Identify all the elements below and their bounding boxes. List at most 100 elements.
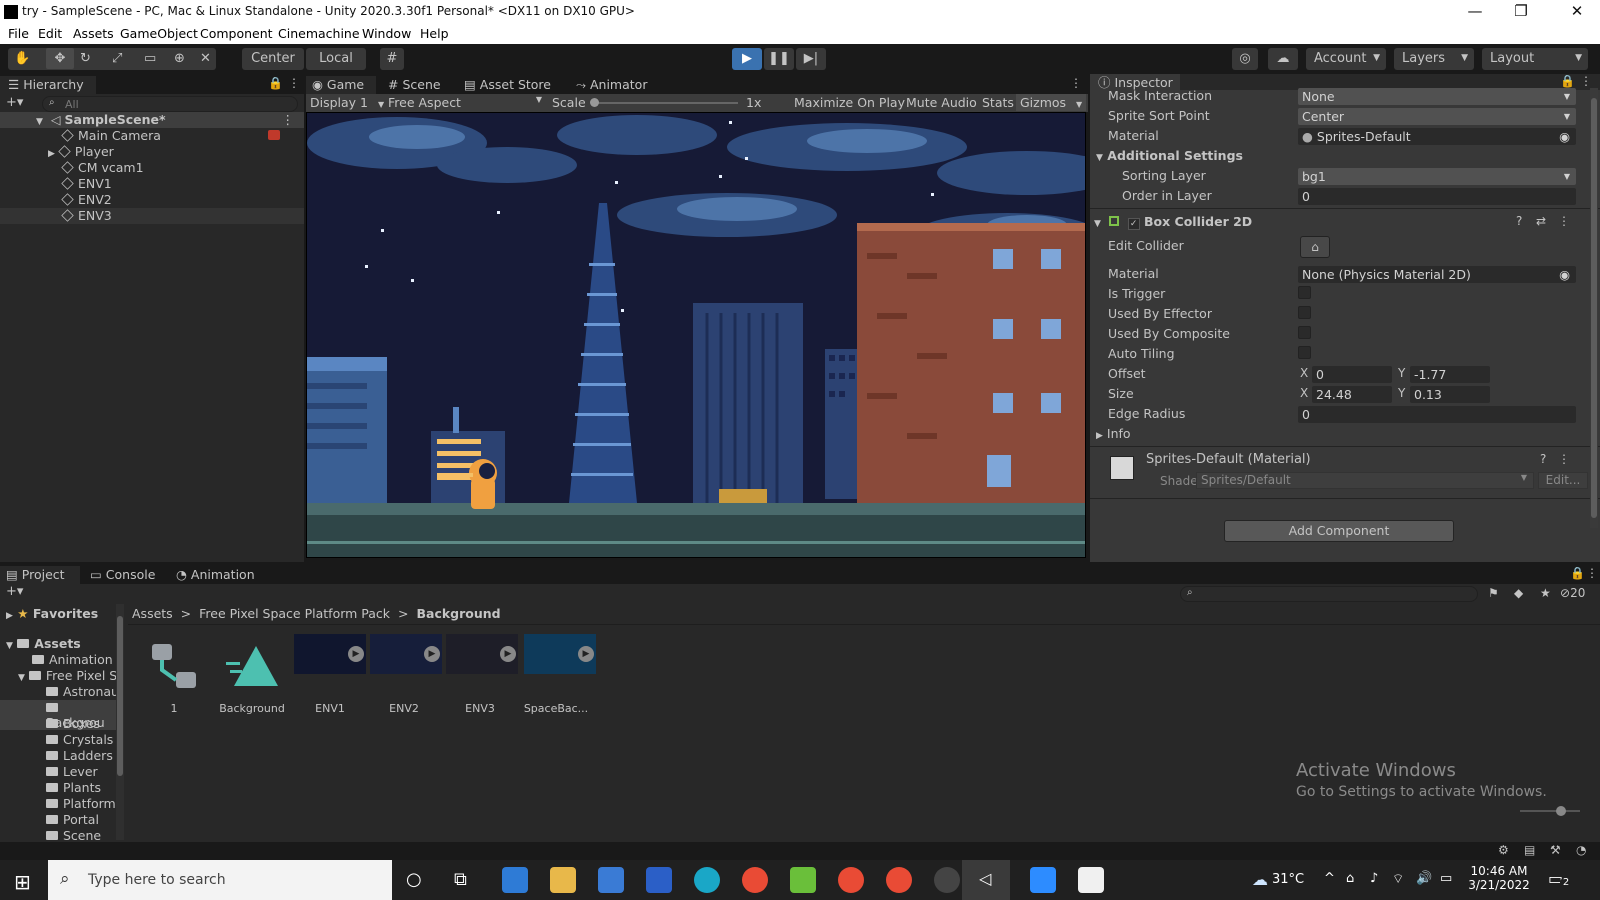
chrome-profile-2-icon[interactable] bbox=[886, 867, 912, 893]
menu-gameobject[interactable]: GameObject bbox=[120, 26, 198, 41]
breadcrumb-item[interactable]: Free Pixel Space Platform Pack bbox=[199, 606, 390, 621]
scale-tool-icon[interactable]: ⤢ bbox=[112, 48, 122, 69]
hierarchy-item[interactable]: ENV1 bbox=[0, 176, 304, 192]
account-dropdown[interactable]: Account ▼ bbox=[1306, 48, 1386, 70]
rect-tool-icon[interactable]: ▭ bbox=[144, 48, 156, 69]
cache-server-icon[interactable]: ▤ bbox=[1524, 843, 1535, 857]
scene-row[interactable]: ▼ ◁ SampleScene* ⋮ bbox=[0, 112, 304, 128]
kebab-menu-icon[interactable]: ⋮ bbox=[1580, 74, 1592, 88]
tree-item[interactable]: Scene bbox=[46, 828, 101, 843]
maximize-button[interactable]: ❐ bbox=[1498, 0, 1544, 24]
tray-chevron-icon[interactable]: ^ bbox=[1324, 871, 1335, 886]
component-menu-icon[interactable]: ⋮ bbox=[1558, 214, 1570, 228]
collider-material-field[interactable]: None (Physics Material 2D) ◉ bbox=[1298, 266, 1576, 283]
display-dropdown[interactable]: Display 1 ▼ bbox=[310, 95, 384, 110]
material-menu-icon[interactable]: ⋮ bbox=[1558, 452, 1570, 466]
size-x-input[interactable]: 24.48 bbox=[1312, 386, 1392, 403]
mute-audio-toggle[interactable]: Mute Audio bbox=[906, 95, 977, 110]
expand-arrow-icon[interactable]: ▶ bbox=[424, 646, 440, 662]
chrome-icon[interactable] bbox=[742, 867, 768, 893]
order-in-layer-input[interactable]: 0 bbox=[1298, 188, 1576, 205]
asset-tile[interactable]: ▶ bbox=[524, 634, 596, 674]
collab-icon[interactable]: ◎ bbox=[1232, 48, 1258, 70]
asset-tile[interactable]: ▶ bbox=[446, 634, 518, 674]
hierarchy-search-input[interactable]: ⌕ All bbox=[42, 96, 298, 112]
taskbar-search-input[interactable]: ⌕ Type here to search bbox=[48, 860, 392, 900]
hidden-count-badge[interactable]: ⊘20 bbox=[1560, 586, 1585, 600]
auto-generate-lighting-icon[interactable]: ⚙ bbox=[1498, 843, 1509, 857]
object-picker-icon[interactable]: ◉ bbox=[1559, 266, 1570, 283]
grid-snap-button[interactable]: # bbox=[380, 48, 404, 70]
icon-size-slider[interactable] bbox=[1520, 810, 1580, 812]
filter-type-icon[interactable]: ⚑ bbox=[1488, 586, 1499, 600]
offset-x-input[interactable]: 0 bbox=[1312, 366, 1392, 383]
lock-icon[interactable]: 🔒 bbox=[1560, 74, 1575, 88]
app-green-icon[interactable] bbox=[790, 867, 816, 893]
object-picker-icon[interactable]: ◉ bbox=[1559, 128, 1570, 145]
hierarchy-item[interactable]: CM vcam1 bbox=[0, 160, 304, 176]
breadcrumb-item[interactable]: Background bbox=[416, 606, 500, 621]
info-foldout[interactable]: ▶ Info bbox=[1096, 426, 1131, 441]
presets-icon[interactable]: ⇄ bbox=[1536, 214, 1546, 228]
tree-item[interactable]: Portal bbox=[46, 812, 99, 827]
scene-menu-icon[interactable]: ⋮ bbox=[282, 112, 295, 128]
menu-edit[interactable]: Edit bbox=[38, 26, 62, 41]
tab-hierarchy[interactable]: ☰ Hierarchy bbox=[0, 76, 96, 94]
step-button[interactable]: ▶| bbox=[796, 48, 826, 70]
windows-start-icon[interactable]: ⊞ bbox=[14, 870, 31, 894]
tree-item[interactable]: Platforms bbox=[46, 796, 122, 811]
help-icon[interactable]: ? bbox=[1516, 214, 1522, 228]
additional-settings-foldout[interactable]: ▼ Additional Settings bbox=[1096, 148, 1243, 163]
asset-tile[interactable]: ▶ bbox=[370, 634, 442, 674]
tree-item[interactable]: Animation bbox=[32, 652, 113, 667]
tree-item[interactable]: Astronaut bbox=[46, 684, 124, 699]
aspect-dropdown[interactable]: Free Aspect ▼ bbox=[388, 95, 542, 110]
hierarchy-item[interactable]: Main Camera bbox=[0, 128, 304, 144]
weather-temp[interactable]: 31°C bbox=[1272, 872, 1304, 887]
gizmos-toggle[interactable]: Gizmos ▼ bbox=[1016, 94, 1087, 111]
scrollbar-thumb[interactable] bbox=[117, 616, 123, 776]
hand-tool-icon[interactable]: ✋ bbox=[14, 48, 30, 69]
file-explorer-icon[interactable] bbox=[550, 867, 576, 893]
shader-dropdown[interactable]: Sprites/Default ▼ bbox=[1196, 472, 1534, 489]
is-trigger-checkbox[interactable] bbox=[1298, 286, 1311, 299]
tree-item[interactable]: Ladders bbox=[46, 748, 113, 763]
zoom-icon[interactable] bbox=[1030, 867, 1056, 893]
expand-arrow-icon[interactable]: ▶ bbox=[48, 149, 55, 159]
notification-center-icon[interactable]: ▭ 2 bbox=[1548, 869, 1572, 891]
tree-scrollbar[interactable] bbox=[116, 604, 124, 840]
favorites-star-icon[interactable]: ★ bbox=[1540, 586, 1551, 600]
rotate-tool-icon[interactable]: ↻ bbox=[80, 48, 91, 69]
asset-tile[interactable] bbox=[150, 642, 198, 690]
stats-toggle[interactable]: Stats bbox=[982, 95, 1014, 110]
tab-scene[interactable]: # Scene bbox=[384, 76, 441, 94]
tree-item[interactable]: ▼ Free Pixel S bbox=[18, 668, 117, 683]
mail-icon[interactable] bbox=[502, 867, 528, 893]
mask-interaction-dropdown[interactable]: None ▼ bbox=[1298, 88, 1576, 105]
material-edit-button[interactable]: Edit... bbox=[1538, 472, 1588, 489]
icon-size-slider-handle[interactable] bbox=[1556, 806, 1566, 816]
tab-game[interactable]: ◉ Game bbox=[306, 76, 376, 94]
cortana-icon[interactable]: ○ bbox=[406, 869, 422, 890]
tree-item[interactable]: Boxes bbox=[46, 716, 100, 731]
network-icon[interactable]: ⌂ bbox=[1346, 871, 1354, 886]
create-asset-button[interactable]: +▾ bbox=[6, 584, 23, 599]
expand-arrow-icon[interactable]: ▶ bbox=[578, 646, 594, 662]
tab-animation[interactable]: ◔ Animation bbox=[176, 566, 255, 584]
scrollbar-thumb[interactable] bbox=[1591, 98, 1597, 518]
lock-icon[interactable]: 🔒 bbox=[1570, 566, 1585, 580]
app-m-icon[interactable] bbox=[646, 867, 672, 893]
sorting-layer-dropdown[interactable]: bg1 ▼ bbox=[1298, 168, 1576, 185]
offset-y-input[interactable]: -1.77 bbox=[1410, 366, 1490, 383]
menu-component[interactable]: Component bbox=[200, 26, 273, 41]
battery-icon[interactable]: ▭ bbox=[1440, 871, 1452, 886]
edge-radius-input[interactable]: 0 bbox=[1298, 406, 1576, 423]
box-collider-header[interactable]: ▼ ✓ Box Collider 2D bbox=[1094, 214, 1252, 230]
lock-icon[interactable]: 🔒 bbox=[268, 76, 283, 90]
kebab-menu-icon[interactable]: ⋮ bbox=[288, 76, 300, 90]
edit-collider-button[interactable]: ⌂ bbox=[1300, 236, 1330, 258]
cloud-icon[interactable]: ☁ bbox=[1268, 48, 1298, 70]
tree-item[interactable]: Plants bbox=[46, 780, 101, 795]
minimize-button[interactable]: — bbox=[1452, 0, 1498, 24]
move-tool-icon[interactable]: ✥ bbox=[46, 48, 74, 69]
